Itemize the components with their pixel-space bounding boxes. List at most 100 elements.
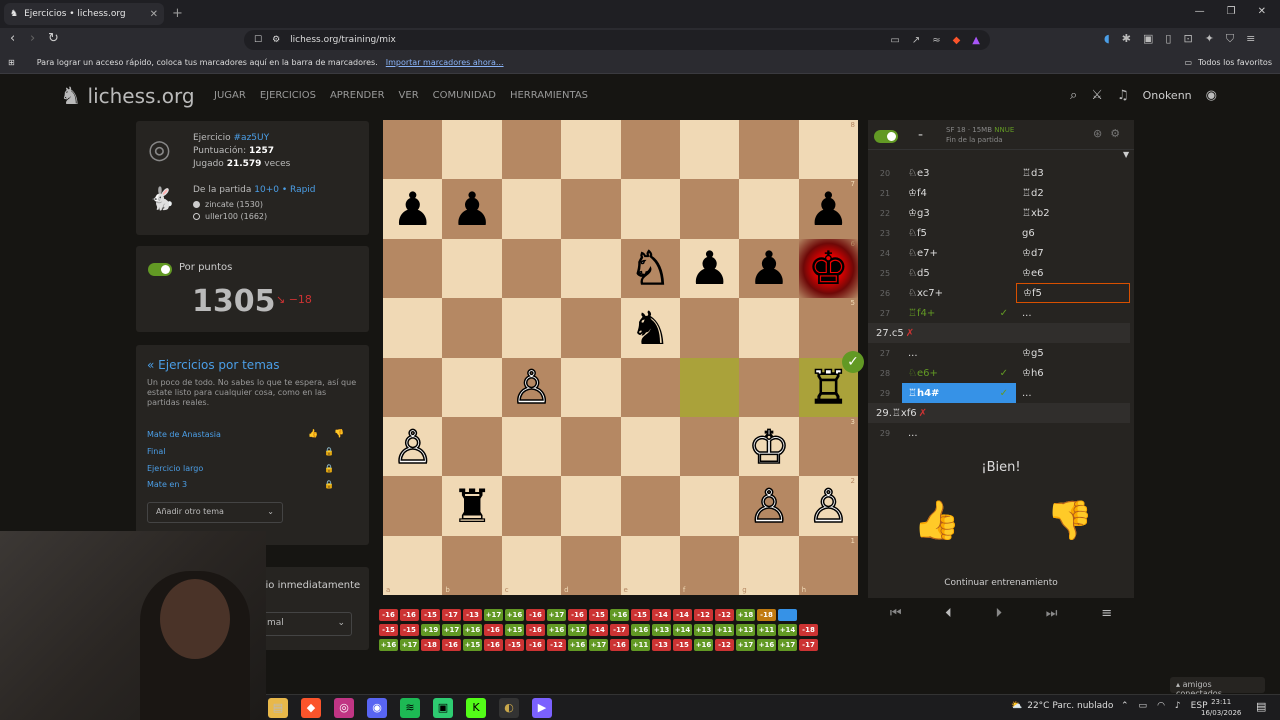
square-a1[interactable]: a: [383, 535, 443, 595]
square-e1[interactable]: e: [620, 535, 680, 595]
history-puzzle-badge[interactable]: -16: [526, 639, 545, 651]
square-f6[interactable]: ♟: [679, 238, 740, 299]
history-puzzle-badge[interactable]: +11: [631, 639, 650, 651]
hamburger-menu-icon[interactable]: ≡: [1101, 606, 1112, 621]
settings-gear-icon[interactable]: ⚙: [1110, 127, 1120, 140]
history-puzzle-badge[interactable]: +17: [568, 624, 587, 636]
brave-rewards-icon[interactable]: ▲: [972, 35, 980, 46]
square-d6[interactable]: [561, 238, 621, 299]
black-move[interactable]: ♔h6: [1016, 368, 1130, 379]
wifi-icon[interactable]: ◠: [1157, 701, 1165, 711]
history-puzzle-badge[interactable]: -15: [400, 624, 419, 636]
white-move[interactable]: ♘d5: [902, 263, 1016, 283]
cloud-icon[interactable]: ⊛: [1093, 127, 1102, 140]
history-puzzle-badge[interactable]: -16: [526, 624, 545, 636]
import-bookmarks-link[interactable]: Importar marcadores ahora...: [386, 58, 504, 67]
history-puzzle-badge[interactable]: -17: [442, 609, 461, 621]
square-c1[interactable]: c: [501, 535, 562, 595]
square-b4[interactable]: [442, 357, 502, 417]
history-puzzle-badge[interactable]: -12: [694, 609, 713, 621]
history-puzzle-badge[interactable]: +16: [568, 639, 587, 651]
history-puzzle-badge[interactable]: -15: [631, 609, 650, 621]
white-move[interactable]: ♘xc7+: [902, 283, 1016, 303]
extensions-icon[interactable]: ✱: [1122, 32, 1131, 46]
square-b5[interactable]: [442, 298, 502, 358]
history-puzzle-badge[interactable]: -17: [610, 624, 629, 636]
friends-online-button[interactable]: ▴ amigos conectados: [1170, 677, 1265, 698]
history-puzzle-badge[interactable]: -13: [652, 639, 671, 651]
history-puzzle-badge[interactable]: +14: [673, 624, 692, 636]
black-move[interactable]: ♔d7: [1016, 248, 1130, 259]
black-move[interactable]: ♖d3: [1016, 168, 1130, 179]
close-tab-icon[interactable]: ✕: [150, 9, 158, 20]
square-c6[interactable]: [501, 238, 562, 299]
square-d3[interactable]: [561, 416, 621, 477]
history-puzzle-badge[interactable]: +19: [421, 624, 440, 636]
thumb-up-icon[interactable]: 👍: [308, 429, 318, 438]
square-g8[interactable]: [739, 120, 799, 180]
history-puzzle-badge[interactable]: +16: [610, 609, 629, 621]
history-puzzle-badge[interactable]: -15: [589, 609, 608, 621]
history-puzzle-badge[interactable]: +18: [736, 609, 755, 621]
menu-icon[interactable]: ≡: [1246, 32, 1255, 46]
square-g3[interactable]: ♔: [739, 416, 799, 477]
square-f2[interactable]: [679, 476, 740, 536]
user-avatar-icon[interactable]: ◉: [1206, 88, 1217, 103]
black-rook-icon[interactable]: ♜: [451, 483, 492, 529]
square-b7[interactable]: ♟: [442, 179, 502, 239]
history-puzzle-badge[interactable]: +13: [736, 624, 755, 636]
apps-grid-icon[interactable]: ⊞: [8, 58, 15, 67]
thumb-down-icon[interactable]: 👎: [1046, 498, 1093, 543]
square-d1[interactable]: d: [561, 535, 621, 595]
square-e6[interactable]: ♘: [620, 238, 680, 299]
square-c2[interactable]: [501, 476, 562, 536]
square-e5[interactable]: ♞: [620, 298, 680, 358]
history-puzzle-badge[interactable]: +17: [400, 639, 419, 651]
file-explorer-icon[interactable]: ▤: [268, 698, 288, 718]
white-player[interactable]: zincate (1530): [205, 200, 263, 209]
history-puzzle-badge[interactable]: +17: [442, 624, 461, 636]
challenge-icon[interactable]: ⚔: [1091, 88, 1103, 103]
history-puzzle-badge[interactable]: +16: [379, 639, 398, 651]
white-king-icon[interactable]: ♔: [748, 423, 791, 471]
vpn-icon[interactable]: ⛉: [1226, 32, 1234, 46]
black-move[interactable]: ♔f5: [1016, 283, 1130, 303]
screenshot-icon[interactable]: ⊡: [1183, 32, 1192, 46]
black-king-icon[interactable]: ♚: [808, 245, 849, 291]
restore-icon[interactable]: ❐: [1227, 6, 1236, 17]
square-a6[interactable]: [383, 238, 443, 299]
add-theme-select[interactable]: Añadir otro tema ⌄: [147, 502, 283, 523]
history-puzzle-badge[interactable]: -15: [673, 639, 692, 651]
app-icon[interactable]: ▣: [433, 698, 453, 718]
square-e2[interactable]: [620, 476, 680, 536]
square-g2[interactable]: ♙: [739, 476, 799, 536]
black-move[interactable]: ♔g5: [1016, 348, 1130, 359]
square-e8[interactable]: [620, 120, 680, 180]
square-a3[interactable]: ♙: [383, 416, 443, 477]
history-puzzle-badge[interactable]: +11: [715, 624, 734, 636]
history-puzzle-badge[interactable]: +17: [589, 639, 608, 651]
square-a5[interactable]: [383, 298, 443, 358]
history-puzzle-badge[interactable]: +13: [694, 624, 713, 636]
square-d7[interactable]: [561, 179, 621, 239]
nav-ejercicios[interactable]: EJERCICIOS: [260, 90, 316, 101]
black-pawn-icon[interactable]: ♟: [748, 245, 789, 291]
history-puzzle-badge[interactable]: -18: [757, 609, 776, 621]
square-a7[interactable]: ♟: [383, 179, 443, 239]
black-pawn-icon[interactable]: ♟: [451, 186, 492, 232]
theme-item-final[interactable]: Final: [147, 447, 165, 456]
nav-jugar[interactable]: JUGAR: [214, 90, 246, 101]
nav-ver[interactable]: VER: [399, 90, 419, 101]
history-puzzle-badge[interactable]: -16: [568, 609, 587, 621]
history-puzzle-badge[interactable]: -16: [526, 609, 545, 621]
brave-shield-icon[interactable]: ◆: [953, 35, 961, 46]
black-move[interactable]: g6: [1016, 228, 1130, 239]
thumb-up-icon[interactable]: 👍: [913, 498, 960, 543]
history-puzzle-badge[interactable]: -16: [484, 624, 503, 636]
black-move[interactable]: ...: [1016, 308, 1130, 319]
square-c4[interactable]: ♙: [501, 357, 562, 417]
history-puzzle-badge[interactable]: -16: [379, 609, 398, 621]
square-f7[interactable]: [679, 179, 740, 239]
history-puzzle-badge[interactable]: +16: [694, 639, 713, 651]
rated-toggle[interactable]: [148, 263, 172, 276]
